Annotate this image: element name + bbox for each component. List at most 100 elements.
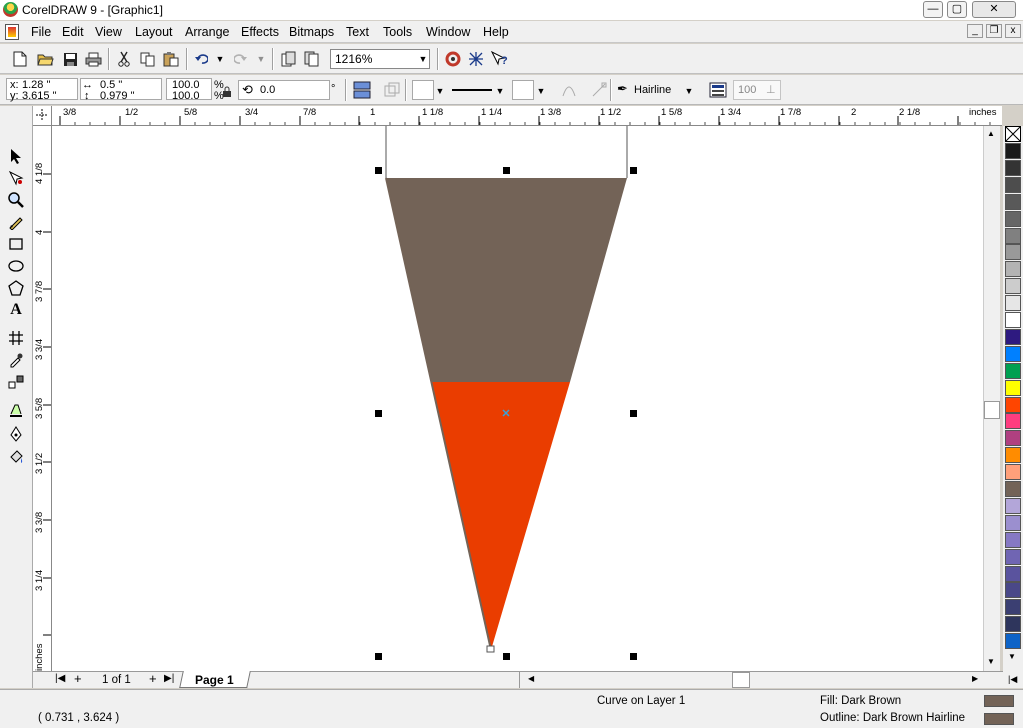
scroll-right-icon[interactable]: ▶ bbox=[972, 674, 978, 683]
end-arrowhead-selector[interactable] bbox=[512, 80, 534, 100]
outline-color-swatch[interactable] bbox=[984, 713, 1014, 725]
zoom-tool-icon[interactable] bbox=[6, 190, 26, 210]
scroll-up-icon[interactable]: ▲ bbox=[987, 129, 995, 138]
selection-handle-tl[interactable] bbox=[375, 167, 382, 174]
start-arrowhead-dropdown-icon[interactable]: ▼ bbox=[434, 85, 446, 97]
palette-swatch[interactable] bbox=[1005, 464, 1021, 481]
node-marker[interactable] bbox=[486, 645, 495, 653]
palette-swatch[interactable] bbox=[1005, 497, 1021, 514]
palette-swatch[interactable] bbox=[1005, 244, 1021, 261]
shape-tool-icon[interactable] bbox=[6, 168, 26, 188]
doc-restore-button[interactable]: ❐ bbox=[986, 24, 1002, 38]
palette-swatch[interactable] bbox=[1005, 312, 1021, 328]
selection-handle-bc[interactable] bbox=[503, 653, 510, 660]
doc-close-button[interactable]: x bbox=[1005, 24, 1021, 38]
polygon-tool-icon[interactable] bbox=[6, 278, 26, 298]
print-icon[interactable] bbox=[83, 49, 103, 69]
copy-icon[interactable] bbox=[137, 49, 157, 69]
export-icon[interactable] bbox=[302, 49, 322, 69]
selection-handle-tc[interactable] bbox=[503, 167, 510, 174]
selection-handle-br[interactable] bbox=[630, 653, 637, 660]
palette-swatch[interactable] bbox=[1005, 295, 1021, 312]
y-position-value[interactable]: 3.615 " bbox=[22, 90, 57, 102]
minimize-window-button[interactable]: — bbox=[923, 1, 943, 18]
palette-scroll-down-icon[interactable]: ▼ bbox=[1008, 652, 1016, 661]
orange-shape[interactable] bbox=[432, 382, 570, 650]
palette-swatch[interactable] bbox=[1005, 616, 1021, 633]
fill-color-swatch[interactable] bbox=[984, 695, 1014, 707]
vertical-ruler[interactable]: 4 1/8 4 3 7/8 3 3/4 3 5/8 3 1/2 3 3/8 3 … bbox=[33, 126, 52, 671]
line-style-dropdown-icon[interactable]: ▼ bbox=[494, 85, 506, 97]
page-tab-label[interactable]: Page 1 bbox=[195, 673, 234, 687]
coreldraw-app-icon[interactable] bbox=[3, 2, 18, 17]
corel-online-icon[interactable] bbox=[466, 49, 486, 69]
close-window-button[interactable]: ✕ bbox=[972, 1, 1016, 18]
height-value[interactable]: 0.979 " bbox=[100, 90, 135, 102]
menu-window[interactable]: Window bbox=[426, 25, 470, 39]
palette-swatch[interactable] bbox=[1005, 278, 1021, 295]
palette-swatch[interactable] bbox=[1005, 447, 1021, 464]
palette-swatch[interactable] bbox=[1005, 328, 1021, 345]
menu-edit[interactable]: Edit bbox=[62, 25, 84, 39]
palette-swatch[interactable] bbox=[1005, 159, 1021, 176]
ellipse-tool-icon[interactable] bbox=[6, 256, 26, 276]
horizontal-scroll-thumb[interactable] bbox=[732, 672, 750, 688]
color-palette[interactable]: ▼ |◀ bbox=[1003, 126, 1023, 688]
menu-layout[interactable]: Layout bbox=[135, 25, 173, 39]
selection-handle-ml[interactable] bbox=[375, 410, 382, 417]
object-properties-icon[interactable] bbox=[708, 80, 728, 100]
mirror-buttons-icon[interactable] bbox=[352, 80, 372, 100]
freehand-tool-icon[interactable] bbox=[6, 212, 26, 232]
last-page-button[interactable]: ▶| bbox=[164, 673, 174, 684]
menu-file[interactable]: File bbox=[31, 25, 51, 39]
undo-dropdown-icon[interactable]: ▼ bbox=[214, 53, 226, 65]
zoom-level-field[interactable]: 1216% bbox=[330, 49, 430, 69]
palette-swatch[interactable] bbox=[1005, 261, 1021, 278]
paste-icon[interactable] bbox=[161, 49, 181, 69]
palette-swatch[interactable] bbox=[1005, 565, 1021, 582]
fill-tool-icon[interactable] bbox=[6, 447, 26, 467]
palette-swatch[interactable] bbox=[1005, 599, 1021, 616]
palette-swatch[interactable] bbox=[1005, 481, 1021, 497]
outline-width-value[interactable]: Hairline bbox=[634, 84, 671, 96]
ruler-origin[interactable] bbox=[33, 106, 52, 126]
palette-swatch[interactable] bbox=[1005, 396, 1021, 413]
insert-page-after-button[interactable]: + bbox=[149, 671, 157, 686]
selection-handle-mr[interactable] bbox=[630, 410, 637, 417]
palette-swatch[interactable] bbox=[1005, 193, 1021, 210]
interactive-fill-tool-icon[interactable] bbox=[6, 328, 26, 348]
document-icon[interactable] bbox=[5, 24, 19, 40]
palette-flyout-icon[interactable]: |◀ bbox=[1008, 674, 1017, 685]
palette-swatch[interactable] bbox=[1005, 514, 1021, 531]
rotation-value[interactable]: 0.0 bbox=[260, 84, 275, 96]
save-icon[interactable] bbox=[60, 49, 80, 69]
drawing-area[interactable] bbox=[52, 126, 983, 671]
rectangle-tool-icon[interactable] bbox=[6, 234, 26, 254]
scroll-down-icon[interactable]: ▼ bbox=[987, 657, 995, 666]
palette-swatch[interactable] bbox=[1005, 413, 1021, 430]
start-arrowhead-selector[interactable] bbox=[412, 80, 434, 100]
cut-icon[interactable] bbox=[114, 49, 134, 69]
menu-arrange[interactable]: Arrange bbox=[185, 25, 229, 39]
horizontal-scrollbar[interactable]: ◀ ▶ bbox=[519, 672, 985, 688]
line-style-preview[interactable] bbox=[452, 89, 492, 91]
palette-swatch[interactable] bbox=[1005, 430, 1021, 447]
eyedropper-tool-icon[interactable] bbox=[6, 350, 26, 370]
menu-help[interactable]: Help bbox=[483, 25, 509, 39]
palette-swatch[interactable] bbox=[1005, 582, 1021, 599]
application-launcher-icon[interactable] bbox=[443, 49, 463, 69]
palette-swatch[interactable] bbox=[1005, 227, 1021, 244]
palette-swatch[interactable] bbox=[1005, 176, 1021, 193]
vertical-scrollbar[interactable]: ▲ ▼ bbox=[983, 126, 1000, 671]
selection-handle-bl[interactable] bbox=[375, 653, 382, 660]
interactive-blend-tool-icon[interactable] bbox=[6, 372, 26, 392]
drawing-canvas[interactable] bbox=[52, 126, 983, 671]
zoom-dropdown-icon[interactable]: ▼ bbox=[417, 53, 429, 65]
pick-tool-icon[interactable] bbox=[6, 146, 26, 166]
menu-effects[interactable]: Effects bbox=[241, 25, 279, 39]
import-icon[interactable] bbox=[279, 49, 299, 69]
menu-view[interactable]: View bbox=[95, 25, 122, 39]
outline-width-dropdown-icon[interactable]: ▼ bbox=[683, 85, 695, 97]
menu-text[interactable]: Text bbox=[346, 25, 369, 39]
lock-ratio-icon[interactable] bbox=[221, 86, 233, 98]
